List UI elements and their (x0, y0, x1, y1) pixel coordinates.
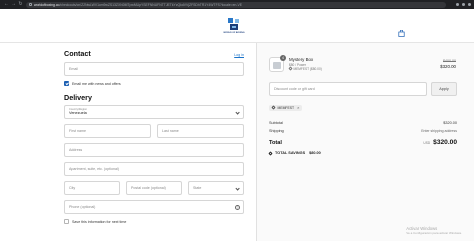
product-price: $320.00 (440, 64, 456, 69)
tag-icon (268, 150, 273, 156)
windows-activation-notice: Activar Windows Ve a Configuración para … (406, 226, 462, 235)
postal-code-field[interactable]: Postal code (optional) (126, 181, 182, 195)
applied-code: MEMFEST (277, 105, 295, 110)
save-info-label: Save this information for next time (72, 219, 127, 224)
forward-icon[interactable]: → (10, 0, 17, 9)
profile-icon[interactable] (462, 3, 465, 6)
lock-icon (29, 3, 32, 6)
postal-code-placeholder: Postal code (optional) (131, 186, 166, 190)
email-placeholder: Email (69, 67, 78, 71)
shipping-row: Shipping Enter shipping address (269, 127, 457, 135)
savings-label: TOTAL SAVINGS (275, 151, 306, 155)
applied-discount-chip: MEMFEST × (269, 104, 303, 111)
product-line: 4 Mystery Box $80 / Power MEMFEST ($80.0… (269, 55, 474, 79)
address-field[interactable]: Address (64, 143, 244, 157)
reload-icon[interactable]: ↻ (17, 0, 24, 9)
product-thumbnail: 4 (269, 55, 286, 72)
quantity-badge: 4 (280, 55, 286, 61)
apartment-field[interactable]: Apartment, suite, etc. (optional) (64, 162, 244, 176)
extensions-icon[interactable] (456, 3, 459, 6)
total-value: $320.00 (433, 139, 457, 146)
subtotal-label: Subtotal (269, 121, 283, 125)
currency-code: USD (423, 141, 431, 145)
shipping-value: Enter shipping address (421, 129, 457, 133)
first-name-field[interactable]: First name (64, 124, 151, 138)
discount-code-field[interactable]: Discount code or gift card (269, 82, 427, 96)
save-info-checkbox[interactable] (64, 219, 69, 224)
activation-subtitle: Ve a Configuración para activar Windows. (406, 231, 462, 235)
help-icon[interactable]: ? (235, 205, 240, 210)
shopping-bag-icon[interactable] (398, 30, 405, 37)
address-placeholder: Address (69, 148, 83, 152)
browser-toolbar: ← → ↻ worldofboxing.co /checkouts/cn/Z2N… (0, 0, 474, 9)
order-summary: 4 Mystery Box $80 / Power MEMFEST ($80.0… (256, 43, 474, 241)
total-label: Total (269, 140, 282, 146)
logo-text: WORLD OF BOXING (223, 32, 245, 34)
tag-icon (271, 105, 276, 110)
email-field[interactable]: Email (64, 62, 244, 76)
state-placeholder: State (193, 186, 202, 190)
discount-code-placeholder: Discount code or gift card (274, 87, 315, 91)
login-link[interactable]: Log in (234, 53, 244, 57)
savings-value: $80.00 (309, 151, 321, 155)
city-field[interactable]: City (64, 181, 120, 195)
country-value: Venezuela (69, 111, 87, 116)
tag-icon (288, 66, 293, 72)
contact-title: Contact (64, 49, 91, 58)
total-savings: TOTAL SAVINGS $80.00 (268, 150, 474, 156)
address-bar[interactable]: worldofboxing.co /checkouts/cn/Z2NwLWV1c… (26, 1, 446, 8)
store-header: WORLD OF BOXING (0, 9, 474, 43)
url-host: worldofboxing.co (34, 2, 60, 7)
phone-field[interactable]: Phone (optional) ? (64, 200, 244, 214)
state-select[interactable]: State (188, 181, 244, 195)
menu-icon[interactable] (468, 3, 471, 6)
product-discount: MEMFEST ($80.00) (293, 66, 322, 71)
chevron-down-icon (235, 110, 240, 115)
apply-button[interactable]: Apply (431, 82, 457, 96)
back-icon[interactable]: ← (3, 0, 10, 9)
city-placeholder: City (69, 186, 76, 190)
first-name-placeholder: First name (69, 129, 86, 133)
subtotal-row: Subtotal $320.00 (269, 119, 457, 127)
store-logo[interactable]: WORLD OF BOXING (222, 15, 246, 39)
news-checkbox[interactable] (64, 81, 69, 86)
apartment-placeholder: Apartment, suite, etc. (optional) (69, 167, 119, 171)
chevron-down-icon (235, 186, 240, 191)
last-name-field[interactable]: Last name (157, 124, 244, 138)
remove-discount-icon[interactable]: × (297, 105, 299, 110)
url-path: /checkouts/cn/Z2NwLWV1cm9wZS13ZXN0MTpwMU… (59, 2, 243, 7)
news-label: Email me with news and offers (72, 81, 121, 86)
country-select[interactable]: Country/Region Venezuela (64, 105, 244, 119)
subtotal-value: $320.00 (443, 121, 457, 125)
box-icon (273, 62, 281, 69)
checkout-form: Contact Log in Email Email me with news … (0, 43, 256, 241)
logo-icon (228, 18, 239, 30)
shipping-label: Shipping (269, 129, 284, 133)
phone-placeholder: Phone (optional) (69, 205, 96, 209)
delivery-title: Delivery (64, 93, 92, 102)
last-name-placeholder: Last name (162, 129, 179, 133)
total-row: Total USD $320.00 (269, 139, 457, 146)
